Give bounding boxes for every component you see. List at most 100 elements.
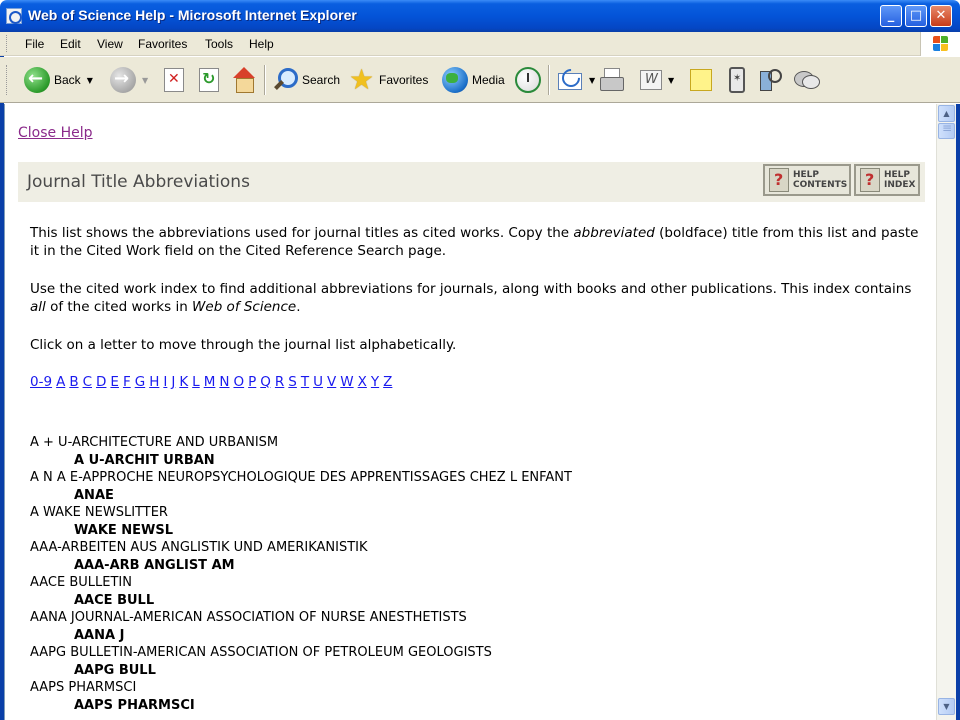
home-button[interactable] xyxy=(231,64,257,96)
forward-dropdown-icon[interactable]: ▼ xyxy=(142,76,148,85)
journal-list: A + U-ARCHITECTURE AND URBANISM A U-ARCHI… xyxy=(30,434,920,714)
index-emphasis-wos: Web of Science xyxy=(192,299,297,315)
maximize-icon: □ xyxy=(909,8,923,23)
letter-link-t[interactable]: T xyxy=(301,374,309,390)
letter-link-k[interactable]: K xyxy=(179,374,188,390)
back-button[interactable]: Back ▼ xyxy=(24,64,93,96)
windows-flag-icon xyxy=(933,36,949,52)
search-button[interactable]: Search xyxy=(272,64,340,96)
minimize-button[interactable]: _ xyxy=(880,5,902,27)
journal-full-title: AAPS PHARMSCI xyxy=(30,680,137,695)
letter-link-c[interactable]: C xyxy=(83,374,92,390)
scroll-up-icon[interactable]: ▲ xyxy=(938,105,955,122)
letter-link-o[interactable]: O xyxy=(233,374,244,390)
letter-link-m[interactable]: M xyxy=(204,374,216,390)
letter-link-y[interactable]: Y xyxy=(371,374,379,390)
menu-edit[interactable]: Edit xyxy=(60,37,81,51)
letter-link-r[interactable]: R xyxy=(275,374,284,390)
scroll-down-icon[interactable]: ▼ xyxy=(938,698,955,715)
journal-full-title: AAPG BULLETIN-AMERICAN ASSOCIATION OF PE… xyxy=(30,645,492,660)
stop-icon xyxy=(164,68,184,92)
letter-link-z[interactable]: Z xyxy=(383,374,392,390)
history-icon xyxy=(515,67,541,93)
letter-link-a[interactable]: A xyxy=(56,374,65,390)
messenger-icon xyxy=(729,67,745,93)
discuss-icon xyxy=(793,67,820,93)
menu-file[interactable]: File xyxy=(25,37,44,51)
media-button[interactable]: Media xyxy=(442,64,505,96)
journal-abbreviation: A U-ARCHIT URBAN xyxy=(74,452,215,468)
research-button[interactable] xyxy=(758,64,784,96)
journal-abbreviation: WAKE NEWSL xyxy=(74,522,174,538)
journal-full-title: A WAKE NEWSLITTER xyxy=(30,505,168,520)
research-icon xyxy=(758,67,784,93)
journal-abbreviation: AAPG BULL xyxy=(74,662,156,678)
close-help-link[interactable]: Close Help xyxy=(18,125,93,141)
toolbar-separator xyxy=(264,65,266,95)
help-index-button[interactable]: HELP INDEX xyxy=(854,164,920,196)
ie-page-icon[interactable] xyxy=(6,8,22,24)
discussions-button[interactable] xyxy=(793,64,820,96)
refresh-button[interactable] xyxy=(199,64,219,96)
letter-link-digits[interactable]: 0-9 xyxy=(30,374,52,390)
letter-link-p[interactable]: P xyxy=(248,374,256,390)
letter-link-g[interactable]: G xyxy=(135,374,145,390)
letter-link-j[interactable]: J xyxy=(171,374,175,390)
help-index-line2: INDEX xyxy=(884,180,916,190)
help-contents-button[interactable]: HELP CONTENTS xyxy=(763,164,851,196)
letter-link-w[interactable]: W xyxy=(340,374,353,390)
menu-view[interactable]: View xyxy=(97,37,123,51)
mail-dropdown-icon[interactable]: ▼ xyxy=(589,76,595,85)
letter-link-l[interactable]: L xyxy=(192,374,200,390)
letter-link-i[interactable]: I xyxy=(163,374,167,390)
letter-link-f[interactable]: F xyxy=(123,374,131,390)
journal-abbreviation: ANAE xyxy=(74,487,114,503)
window-title: Web of Science Help - Microsoft Internet… xyxy=(28,7,357,23)
menu-favorites[interactable]: Favorites xyxy=(138,37,187,51)
letter-link-s[interactable]: S xyxy=(288,374,297,390)
forward-button[interactable]: ▼ xyxy=(110,64,148,96)
favorites-label: Favorites xyxy=(379,73,429,87)
menubar-grip[interactable] xyxy=(6,35,9,52)
mail-button[interactable]: ▼ xyxy=(557,64,595,96)
letter-link-v[interactable]: V xyxy=(327,374,336,390)
media-icon xyxy=(442,67,468,93)
favorites-button[interactable]: Favorites xyxy=(349,63,429,96)
edit-dropdown-icon[interactable]: ▼ xyxy=(668,76,674,85)
page-content: Close Help Journal Title Abbreviations H… xyxy=(4,104,936,720)
print-button[interactable] xyxy=(599,64,625,96)
toolbar-grip[interactable] xyxy=(6,65,9,95)
close-window-button[interactable]: ✕ xyxy=(930,5,952,27)
index-text-b: of the cited works in xyxy=(45,299,193,315)
title-band: Journal Title Abbreviations HELP CONTENT… xyxy=(18,162,925,202)
letter-link-n[interactable]: N xyxy=(219,374,229,390)
edit-button[interactable]: ▼ xyxy=(640,64,674,96)
vertical-scrollbar[interactable]: ▲ ▼ xyxy=(936,104,956,720)
help-contents-icon xyxy=(769,168,789,192)
letter-link-b[interactable]: B xyxy=(69,374,78,390)
letter-link-e[interactable]: E xyxy=(110,374,119,390)
journal-full-title: A N A E-APPROCHE NEUROPSYCHOLOGIQUE DES … xyxy=(30,470,572,485)
help-contents-label: HELP CONTENTS xyxy=(793,170,847,190)
letter-link-h[interactable]: H xyxy=(149,374,159,390)
stop-button[interactable] xyxy=(164,64,184,96)
standard-toolbar: Back ▼ ▼ Search Favorites Media ▼ ▼ xyxy=(0,57,960,103)
forward-arrow-icon xyxy=(110,67,136,93)
search-label: Search xyxy=(302,73,341,87)
letter-navigation: 0-9 A B C D E F G H I J K L M N O P Q R S T U V W X Y Z xyxy=(30,374,396,390)
discuss-button[interactable] xyxy=(690,64,712,96)
index-emphasis-all: all xyxy=(30,299,46,315)
letter-link-x[interactable]: X xyxy=(358,374,367,390)
menu-help[interactable]: Help xyxy=(249,37,274,51)
maximize-button[interactable]: □ xyxy=(905,5,927,27)
letter-link-u[interactable]: U xyxy=(313,374,323,390)
print-icon xyxy=(599,67,625,93)
letter-link-q[interactable]: Q xyxy=(260,374,271,390)
scroll-thumb[interactable] xyxy=(938,121,955,139)
messenger-button[interactable] xyxy=(729,64,745,96)
letter-link-d[interactable]: D xyxy=(96,374,106,390)
history-button[interactable] xyxy=(515,64,541,96)
back-dropdown-icon[interactable]: ▼ xyxy=(87,76,93,85)
menu-tools[interactable]: Tools xyxy=(205,37,233,51)
window-border-right xyxy=(956,104,960,720)
